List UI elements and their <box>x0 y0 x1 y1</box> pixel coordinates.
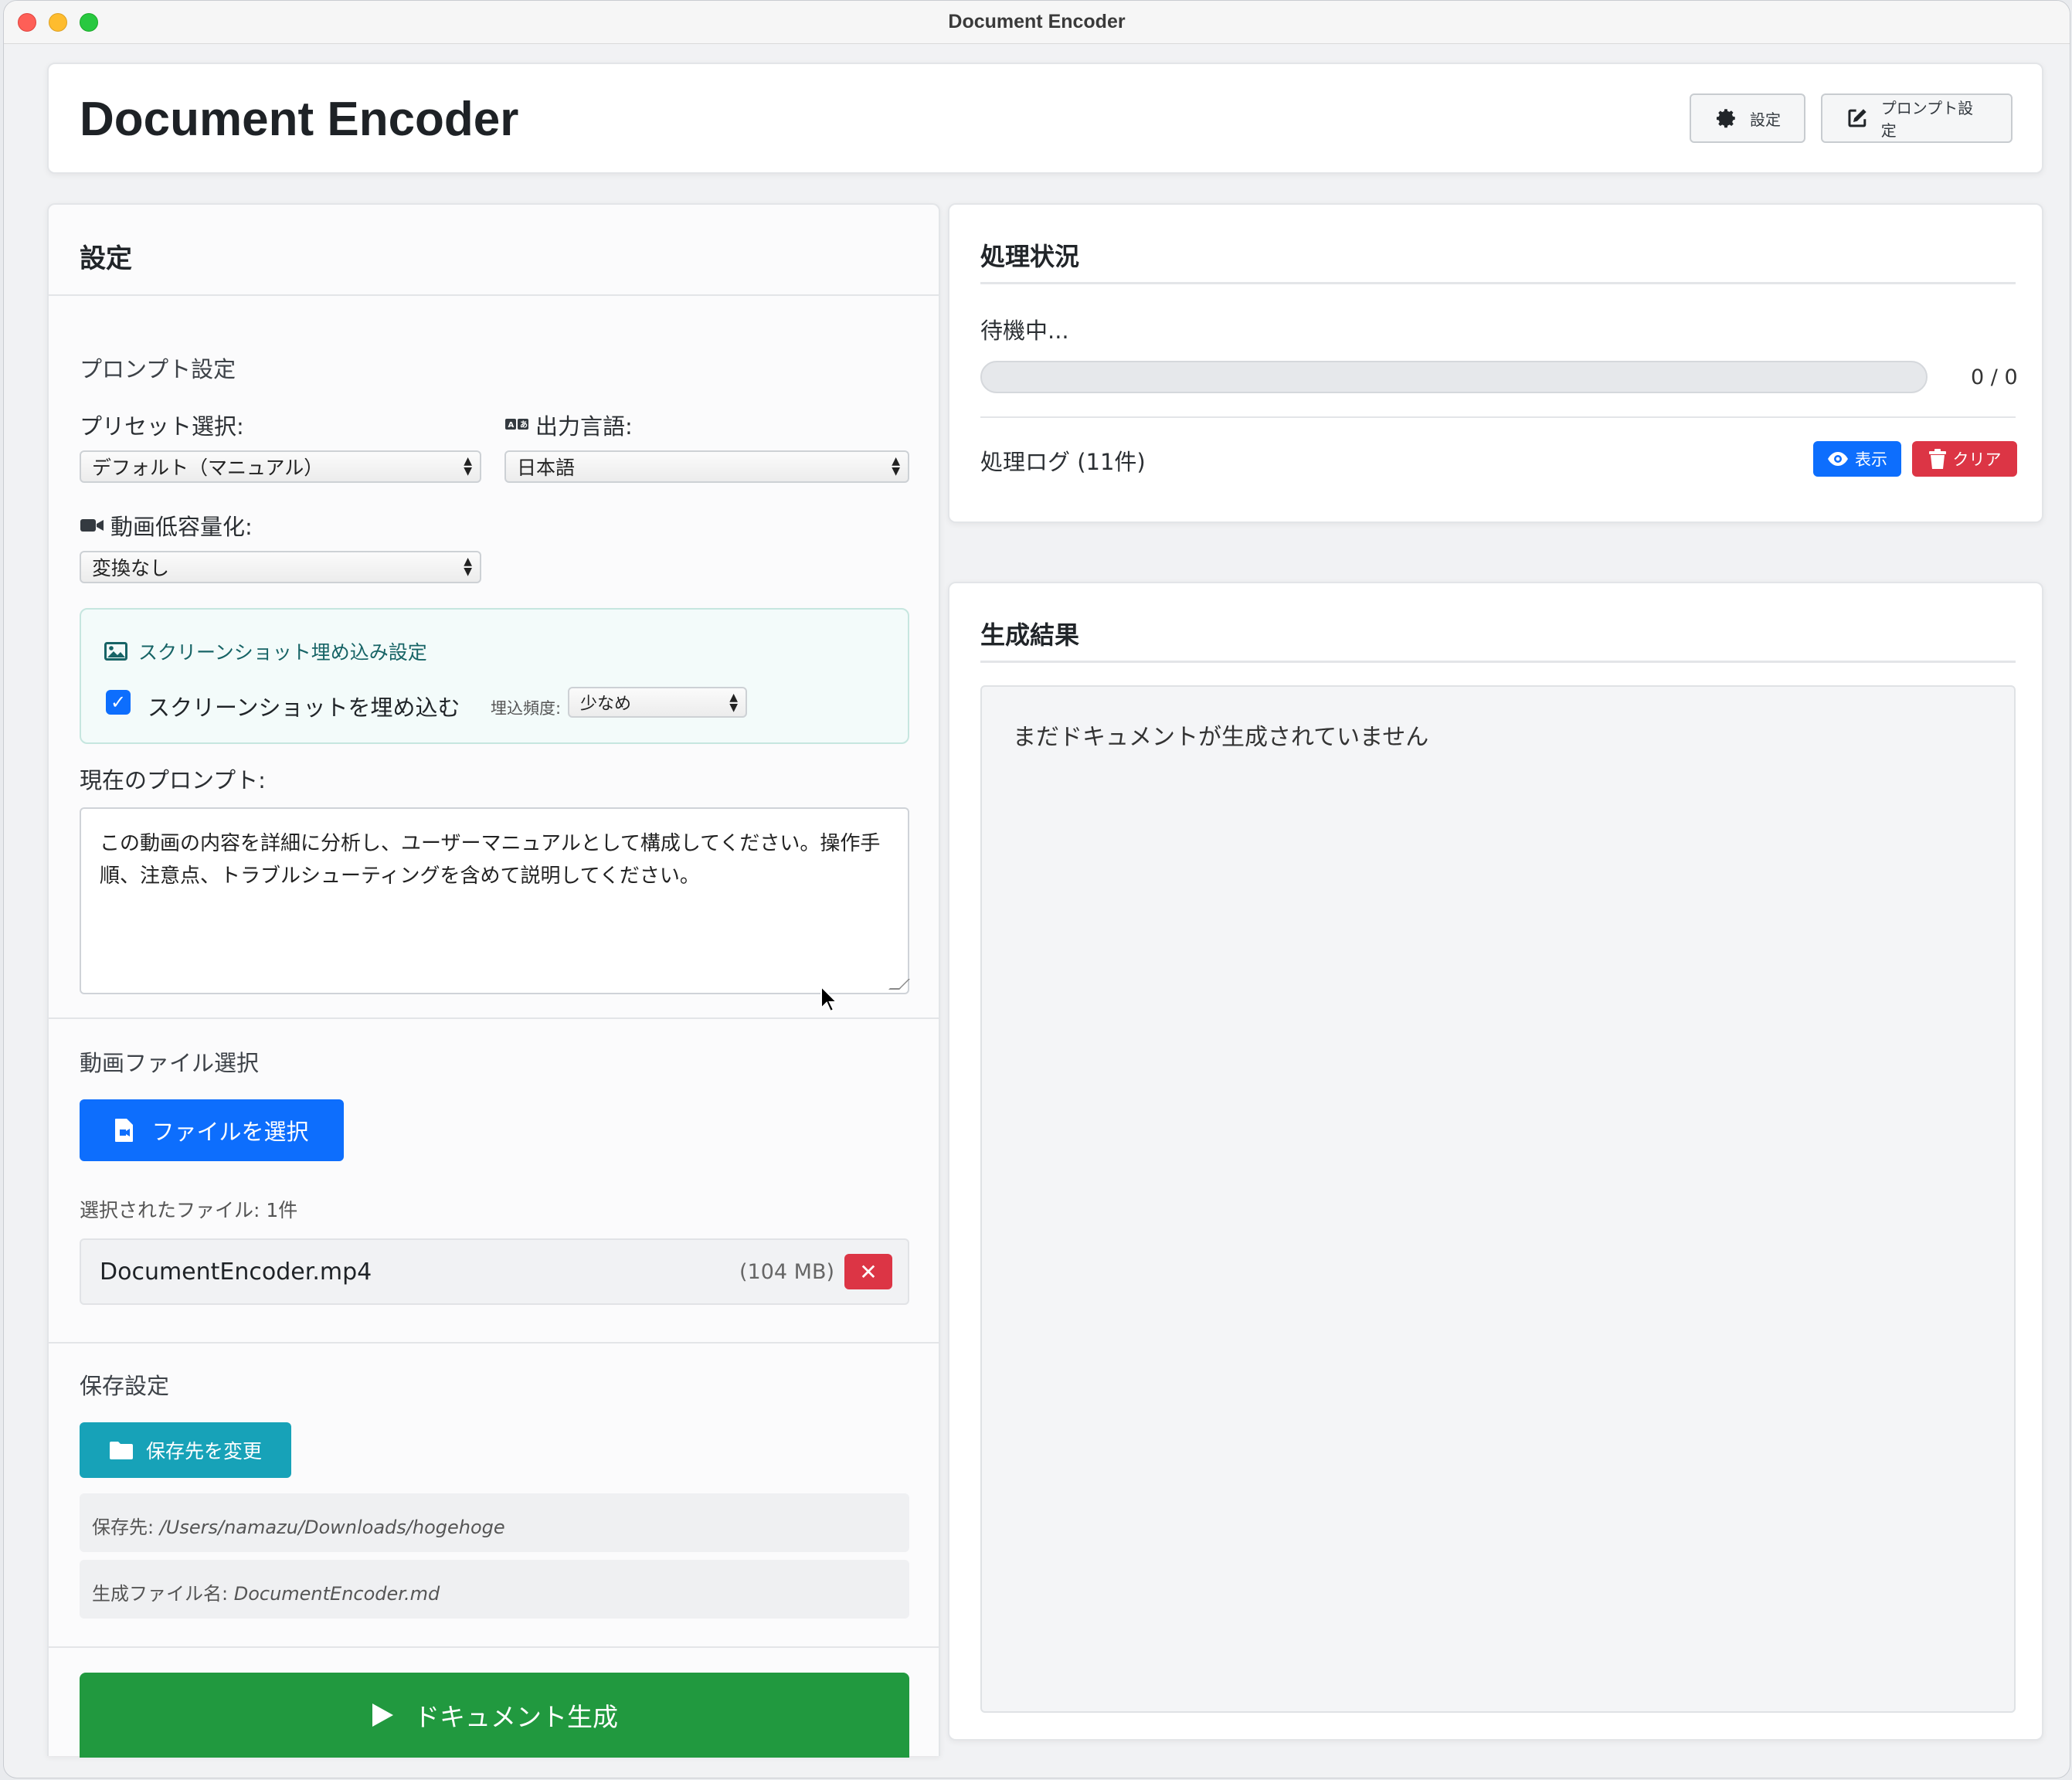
clear-log-label: クリア <box>1952 450 2002 469</box>
video-compress-select[interactable]: 変換なし ▲ ▼ <box>80 551 481 583</box>
save-path-value: /Users/namazu/Downloads/hogehoge <box>159 1517 505 1538</box>
app-title: Document Encoder <box>80 93 519 146</box>
result-output-area[interactable]: まだドキュメントが生成されていません <box>980 685 2016 1713</box>
image-icon <box>104 642 127 661</box>
select-arrows-icon: ▲ ▼ <box>892 455 900 477</box>
screenshot-settings-title-text: スクリーンショット埋め込み設定 <box>138 641 427 664</box>
status-text: 待機中... <box>980 318 1069 344</box>
video-compress-label: 動画低容量化: <box>80 509 253 542</box>
show-log-button[interactable]: 表示 <box>1813 441 1901 477</box>
zoom-window-button[interactable] <box>80 13 98 32</box>
screenshot-settings-title: スクリーンショット埋め込み設定 <box>104 637 427 665</box>
filename-key: 生成ファイル名: <box>92 1583 234 1605</box>
choose-file-button[interactable]: ファイルを選択 <box>80 1099 344 1161</box>
select-arrows-icon: ▲ ▼ <box>464 455 472 477</box>
minimize-window-button[interactable] <box>49 13 67 32</box>
select-arrows-icon: ▲ ▼ <box>464 555 472 578</box>
select-arrows-icon: ▲ ▼ <box>729 691 738 714</box>
status-panel: 処理状況 待機中... 0 / 0 処理ログ (11件) 表示 クリア <box>948 203 2043 523</box>
empty-result-message: まだドキュメントが生成されていません <box>1013 724 1429 751</box>
remove-file-button[interactable]: ✕ <box>844 1254 892 1289</box>
file-list-item: DocumentEncoder.mp4 (104 MB) ✕ <box>80 1238 909 1305</box>
resize-handle[interactable] <box>888 979 910 990</box>
divider <box>980 282 2016 284</box>
eye-icon <box>1828 452 1848 466</box>
generate-document-label: ドキュメント生成 <box>414 1702 618 1732</box>
video-compress-select-value: 変換なし <box>92 557 170 579</box>
window-title: Document Encoder <box>948 11 1126 32</box>
language-label: Aあ 出力言語: <box>504 409 633 441</box>
embed-screenshot-label[interactable]: スクリーンショットを埋め込む <box>148 690 460 722</box>
settings-panel-title: 設定 <box>80 243 132 274</box>
save-section-title: 保存設定 <box>80 1373 170 1399</box>
frequency-select-value: 少なめ <box>580 695 632 714</box>
settings-button-label: 設定 <box>1750 110 1781 129</box>
gear-icon <box>1717 109 1735 128</box>
progress-count: 0 / 0 <box>1971 365 2018 389</box>
language-select-value: 日本語 <box>517 457 576 479</box>
prompt-section-title: プロンプト設定 <box>80 356 236 382</box>
log-label: 処理ログ (11件) <box>980 449 1146 475</box>
svg-text:あ: あ <box>520 420 528 430</box>
edit-icon <box>1848 109 1866 127</box>
mouse-cursor-icon <box>820 985 838 1013</box>
frequency-select[interactable]: 少なめ ▲ ▼ <box>568 687 747 718</box>
file-size: (104 MB) <box>739 1260 835 1284</box>
file-name: DocumentEncoder.mp4 <box>100 1259 372 1286</box>
change-save-location-button[interactable]: 保存先を変更 <box>80 1422 291 1478</box>
divider <box>980 416 2016 418</box>
language-select[interactable]: 日本語 ▲ ▼ <box>504 450 909 483</box>
selected-file-count: 選択されたファイル: 1件 <box>80 1199 298 1221</box>
change-save-location-label: 保存先を変更 <box>145 1440 262 1462</box>
embed-screenshot-checkbox[interactable]: ✓ <box>106 690 131 715</box>
folder-icon <box>109 1442 133 1459</box>
progress-bar <box>980 361 1928 393</box>
divider <box>49 1017 939 1019</box>
save-path-display: 保存先: /Users/namazu/Downloads/hogehoge <box>80 1493 909 1552</box>
settings-button[interactable]: 設定 <box>1690 93 1805 143</box>
trash-icon <box>1928 449 1946 469</box>
result-panel: 生成結果 まだドキュメントが生成されていません <box>948 582 2043 1741</box>
current-prompt-text: この動画の内容を詳細に分析し、ユーザーマニュアルとして構成してください。操作手順… <box>100 832 881 888</box>
filename-value: DocumentEncoder.md <box>233 1583 440 1605</box>
file-section-title: 動画ファイル選択 <box>80 1050 260 1076</box>
current-prompt-textarea[interactable]: この動画の内容を詳細に分析し、ユーザーマニュアルとして構成してください。操作手順… <box>80 807 910 994</box>
preset-select-value: デフォルト（マニュアル） <box>92 457 324 479</box>
titlebar: Document Encoder <box>4 1 2070 44</box>
result-panel-title: 生成結果 <box>980 620 1080 650</box>
preset-label-text: プリセット選択: <box>80 413 244 440</box>
frequency-label: 埋込頻度: <box>491 699 562 718</box>
preset-label: プリセット選択: <box>80 409 244 441</box>
traffic-lights <box>18 13 98 32</box>
prompt-settings-button[interactable]: プロンプト設定 <box>1821 93 2013 143</box>
video-compress-label-text: 動画低容量化: <box>110 514 253 540</box>
app-window: Document Encoder Document Encoder 設定 プロン… <box>3 0 2070 1778</box>
preset-select[interactable]: デフォルト（マニュアル） ▲ ▼ <box>80 450 481 483</box>
close-window-button[interactable] <box>18 13 36 32</box>
filename-display: 生成ファイル名: DocumentEncoder.md <box>80 1560 909 1619</box>
prompt-settings-button-label: プロンプト設定 <box>1880 99 1974 140</box>
status-panel-title: 処理状況 <box>980 242 1080 271</box>
video-camera-icon <box>80 519 104 532</box>
play-icon <box>372 1704 393 1727</box>
close-icon: ✕ <box>859 1259 878 1285</box>
show-log-label: 表示 <box>1855 450 1887 469</box>
header-card: Document Encoder 設定 プロンプト設定 <box>47 63 2043 174</box>
screenshot-settings-box: スクリーンショット埋め込み設定 ✓ スクリーンショットを埋め込む 埋込頻度: 少… <box>80 608 909 744</box>
settings-panel: 設定 プロンプト設定 プリセット選択: デフォルト（マニュアル） ▲ ▼ Aあ 出… <box>47 203 940 1758</box>
clear-log-button[interactable]: クリア <box>1912 441 2017 477</box>
generate-document-button[interactable]: ドキュメント生成 <box>80 1673 909 1758</box>
divider <box>49 1342 939 1343</box>
language-label-text: 出力言語: <box>535 413 633 440</box>
save-path-key: 保存先: <box>92 1517 160 1538</box>
choose-file-label: ファイルを選択 <box>151 1119 309 1145</box>
svg-text:A: A <box>508 421 515 430</box>
current-prompt-label: 現在のプロンプト: <box>80 767 266 793</box>
video-file-icon <box>115 1119 134 1142</box>
divider <box>980 661 2016 663</box>
translate-icon: Aあ <box>505 419 528 430</box>
settings-panel-header: 設定 <box>49 205 939 296</box>
divider <box>49 1646 939 1648</box>
